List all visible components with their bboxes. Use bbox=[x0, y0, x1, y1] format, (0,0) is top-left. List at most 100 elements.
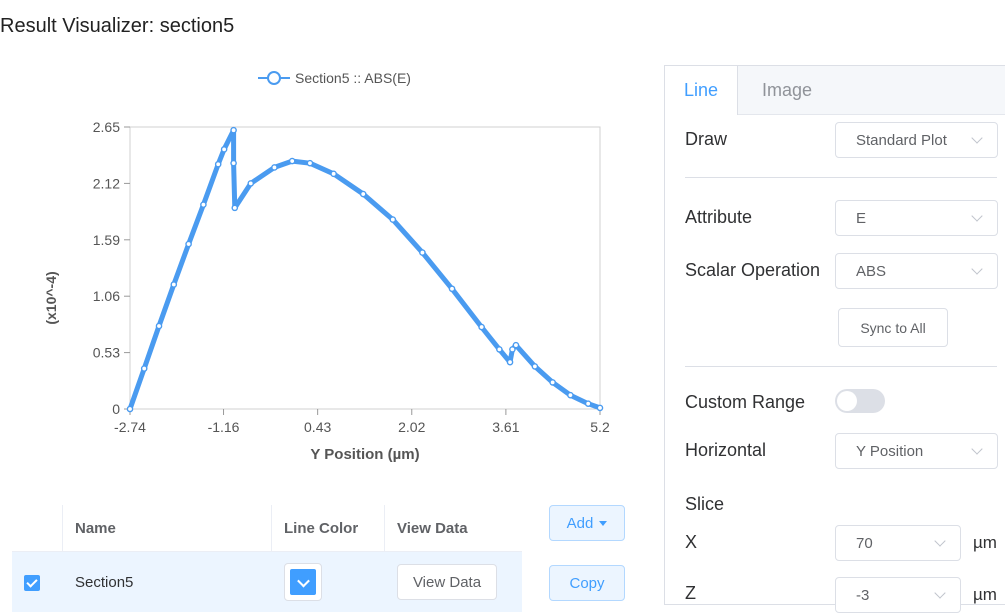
toggle-knob bbox=[837, 391, 857, 411]
slice-x-label: X bbox=[685, 532, 698, 552]
chevron-down-icon bbox=[971, 263, 983, 275]
data-point[interactable] bbox=[271, 164, 278, 171]
y-tick-label: 1.06 bbox=[93, 288, 120, 304]
data-point[interactable] bbox=[306, 159, 314, 167]
row-name: Section5 bbox=[62, 551, 272, 612]
row-select-cell bbox=[12, 551, 63, 612]
tab-line[interactable]: Line bbox=[665, 66, 738, 115]
chevron-down-icon bbox=[971, 132, 983, 144]
data-point[interactable] bbox=[247, 180, 255, 187]
attribute-select[interactable]: E bbox=[835, 200, 998, 236]
attribute-select-value: E bbox=[856, 209, 867, 227]
x-axis-label: Y Position (µm) bbox=[310, 446, 419, 463]
horizontal-select[interactable]: Y Position bbox=[835, 433, 998, 469]
data-point[interactable] bbox=[419, 249, 426, 256]
slice-z-value: -3 bbox=[856, 586, 870, 604]
panel-tabs: Line Image bbox=[665, 66, 1005, 115]
data-point[interactable] bbox=[288, 157, 296, 165]
series-line bbox=[127, 127, 603, 412]
data-point[interactable] bbox=[220, 146, 228, 153]
data-point[interactable] bbox=[230, 126, 237, 134]
y-tick-label: 2.12 bbox=[93, 175, 120, 191]
row-color-cell bbox=[271, 551, 385, 612]
chevron-down-icon bbox=[971, 210, 983, 222]
data-point[interactable] bbox=[200, 201, 207, 208]
horizontal-select-value: Y Position bbox=[856, 442, 924, 460]
data-point[interactable] bbox=[185, 240, 192, 248]
data-point[interactable] bbox=[359, 190, 367, 198]
chevron-down-icon bbox=[934, 535, 946, 547]
slice-z-select[interactable]: -3 bbox=[835, 577, 961, 613]
data-point[interactable] bbox=[231, 204, 239, 212]
chevron-down-icon bbox=[296, 574, 310, 587]
data-point[interactable] bbox=[512, 341, 520, 349]
x-tick-label: 3.61 bbox=[492, 419, 519, 435]
header-view-data: View Data bbox=[384, 505, 522, 552]
row-checkbox[interactable] bbox=[24, 574, 40, 591]
chart-legend[interactable]: Section5 :: ABS(E) bbox=[258, 70, 411, 86]
y-tick-label: 0 bbox=[112, 401, 120, 417]
data-point[interactable] bbox=[126, 405, 134, 413]
chevron-down-icon bbox=[934, 587, 946, 599]
y-tick-label: 1.59 bbox=[93, 232, 120, 248]
slice-x-value: 70 bbox=[856, 534, 873, 552]
table-row: Section5 View Data bbox=[12, 551, 522, 612]
data-point[interactable] bbox=[531, 363, 539, 370]
data-point[interactable] bbox=[230, 159, 237, 167]
data-point[interactable] bbox=[584, 400, 592, 407]
x-tick-label: -1.16 bbox=[208, 419, 240, 435]
legend-marker-icon bbox=[267, 71, 281, 85]
horizontal-label: Horizontal bbox=[685, 440, 767, 460]
data-point[interactable] bbox=[506, 358, 514, 366]
data-point[interactable] bbox=[478, 323, 485, 331]
data-point[interactable] bbox=[330, 170, 337, 178]
y-axis-label: (x10^-4) bbox=[43, 271, 59, 324]
data-point[interactable] bbox=[549, 379, 556, 386]
data-point[interactable] bbox=[448, 285, 456, 293]
line-chart: Section5 :: ABS(E) 0 0.53 1.06 1.59 2.12 2.65… bbox=[43, 70, 610, 463]
slice-x-select[interactable]: 70 bbox=[835, 525, 961, 561]
data-point[interactable] bbox=[170, 281, 178, 288]
view-data-button[interactable]: View Data bbox=[397, 564, 497, 600]
data-point[interactable] bbox=[496, 346, 503, 353]
table-header-row: Name Line Color View Data bbox=[12, 505, 522, 552]
row-view-cell: View Data bbox=[384, 551, 522, 612]
header-name: Name bbox=[62, 505, 272, 552]
x-tick-label: 5.2 bbox=[590, 419, 610, 435]
add-button-label: Add bbox=[566, 514, 594, 532]
scalar-operation-select[interactable]: ABS bbox=[835, 253, 998, 289]
attribute-label: Attribute bbox=[685, 207, 753, 227]
data-point[interactable] bbox=[596, 404, 604, 412]
tab-image[interactable]: Image bbox=[737, 66, 837, 115]
series-table: Name Line Color View Data Section5 View … bbox=[12, 505, 522, 612]
data-point[interactable] bbox=[214, 160, 222, 168]
legend-label: Section5 :: ABS(E) bbox=[295, 70, 411, 86]
slice-z-unit: µm bbox=[973, 585, 997, 604]
draw-label: Draw bbox=[685, 129, 728, 149]
chevron-down-icon bbox=[971, 443, 983, 455]
draw-select-value: Standard Plot bbox=[856, 131, 947, 149]
scalar-operation-label: Scalar Operation bbox=[685, 260, 821, 280]
slice-x-unit: µm bbox=[973, 533, 997, 552]
copy-button[interactable]: Copy bbox=[549, 565, 625, 601]
x-tick-label: 0.43 bbox=[304, 419, 331, 435]
divider bbox=[685, 366, 997, 367]
data-point[interactable] bbox=[567, 391, 574, 399]
divider bbox=[685, 177, 997, 178]
x-tick-label: -2.74 bbox=[114, 419, 146, 435]
color-swatch bbox=[290, 569, 316, 595]
sync-to-all-button[interactable]: Sync to All bbox=[838, 308, 948, 347]
settings-panel: Line Image Draw Standard Plot Attribute … bbox=[664, 65, 1005, 613]
header-select-column bbox=[12, 505, 63, 552]
color-picker[interactable] bbox=[284, 563, 322, 601]
header-line-color: Line Color bbox=[271, 505, 385, 552]
data-point[interactable] bbox=[140, 365, 148, 372]
scalar-operation-value: ABS bbox=[856, 262, 887, 280]
data-point[interactable] bbox=[155, 322, 163, 330]
draw-select[interactable]: Standard Plot bbox=[835, 122, 998, 158]
data-point[interactable] bbox=[389, 216, 397, 223]
y-tick-label: 0.53 bbox=[93, 345, 120, 361]
add-button[interactable]: Add bbox=[549, 505, 625, 541]
slice-z-label: Z bbox=[685, 583, 696, 603]
custom-range-toggle[interactable] bbox=[835, 389, 885, 413]
